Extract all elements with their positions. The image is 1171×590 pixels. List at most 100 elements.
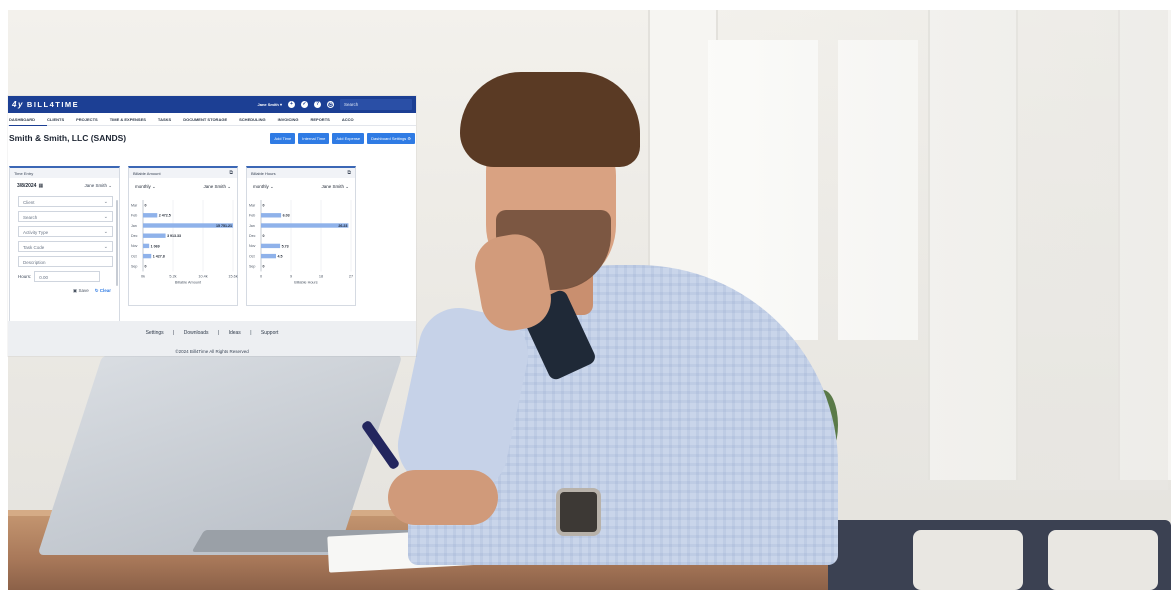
widget-title: Time Entry [14, 171, 34, 176]
y-tick-label: Sep [249, 265, 255, 269]
nav-tasks[interactable]: TASKS [158, 113, 183, 126]
period-value: monthly [135, 184, 151, 189]
nav-dashboard[interactable]: DASHBOARD [9, 113, 47, 126]
footer-separator: | [250, 330, 252, 336]
activity-type-label: Activity Type [23, 230, 49, 235]
user-menu[interactable]: Jane Smith ▾ [258, 102, 282, 107]
nav-invoicing[interactable]: INVOICING [278, 113, 311, 126]
clear-button[interactable]: ↻ Clear [95, 288, 111, 294]
chevron-down-icon: ⌄ [103, 199, 108, 205]
data-label: 5.73 [282, 244, 289, 248]
task-code-label: Task Code [23, 245, 45, 250]
footer-link-settings[interactable]: Settings [146, 330, 164, 336]
user-select-value: Jane Smith [84, 183, 107, 188]
y-tick-label: Dec [131, 234, 138, 238]
billable-hours-widget: Billable Hours ⧉ monthly ⌄ Jane Smith ⌄ … [246, 166, 356, 306]
user-select[interactable]: Jane Smith ⌄ [84, 183, 112, 189]
top-bar: 4y BILL4TIME Jane Smith ▾ + ✓ ? ◷ Search [8, 96, 416, 113]
user-select-value: Jane Smith [203, 184, 226, 189]
user-select[interactable]: Jane Smith ⌄ [321, 184, 349, 190]
hours-label: Hours: [18, 274, 32, 279]
footer-separator: | [173, 330, 175, 336]
nav-clients[interactable]: CLIENTS [47, 113, 76, 126]
expand-icon[interactable]: ⧉ [347, 171, 351, 176]
bar [143, 253, 152, 259]
page-header: Smith & Smith, LLC (SANDS) Add Time Inte… [8, 126, 416, 150]
nav-projects[interactable]: PROJECTS [76, 113, 110, 126]
clock-icon[interactable]: ◷ [327, 101, 334, 108]
activity-type-select[interactable]: Activity Type ⌄ [18, 226, 113, 237]
data-label: 4.5 [278, 255, 283, 259]
chevron-down-icon: ⌄ [103, 244, 108, 250]
period-select[interactable]: monthly ⌄ [135, 184, 156, 190]
nav-accounts[interactable]: ACCO [342, 113, 366, 126]
add-time-button[interactable]: Add Time [270, 132, 296, 144]
wristwatch [556, 488, 601, 536]
search-input[interactable]: Search [340, 99, 412, 110]
expand-icon[interactable]: ⧉ [229, 171, 233, 176]
bar [261, 253, 276, 259]
dashboard-settings-button[interactable]: Dashboard Settings ⚙ [367, 132, 415, 144]
hours-input[interactable]: 0.00 [34, 271, 101, 282]
save-button[interactable]: ▣ Save [73, 288, 89, 294]
widget-title: Billable Amount [133, 171, 161, 176]
bar [261, 243, 281, 249]
y-tick-label: Sep [131, 265, 137, 269]
bar [143, 243, 150, 249]
data-label: 1 427.8 [153, 255, 165, 259]
data-label: 0 [263, 265, 265, 269]
y-tick-label: Nov [249, 244, 256, 248]
app-logo[interactable]: 4y BILL4TIME [12, 100, 79, 109]
data-label: 3 913.33 [167, 234, 181, 238]
internal-time-button[interactable]: Internal Time [298, 132, 330, 144]
data-label: 2 472.5 [159, 214, 171, 218]
x-tick-label: 0k [141, 274, 145, 278]
nav-scheduling[interactable]: SCHEDULING [239, 113, 277, 126]
billable-amount-chart: 0k 5.2k 10.4k 15.6k Mar 0 Feb 2 472.5 Jan 15 751.… [131, 200, 238, 284]
logo-mark-icon: 4y [12, 100, 24, 109]
pillow [1048, 530, 1158, 590]
y-tick-label: Nov [131, 244, 138, 248]
save-label: Save [78, 288, 89, 293]
time-entry-widget: Time Entry 3/8/2024 ▦ Jane Smith ⌄ Clien… [9, 166, 120, 322]
x-tick-label: 0 [260, 274, 262, 278]
client-select[interactable]: Client ⌄ [18, 196, 113, 207]
widget-header: Billable Hours ⧉ [247, 168, 355, 178]
search-select[interactable]: Search ⌄ [18, 211, 113, 222]
user-select[interactable]: Jane Smith ⌄ [203, 184, 231, 190]
billable-amount-widget: Billable Amount ⧉ monthly ⌄ Jane Smith ⌄… [128, 166, 238, 306]
x-tick-label: 9 [290, 274, 292, 278]
description-input[interactable]: Description [18, 256, 113, 267]
pillow [913, 530, 1023, 590]
logo-text: BILL4TIME [26, 100, 80, 109]
data-label: 0 [145, 265, 147, 269]
nav-time-expenses[interactable]: TIME & EXPENSES [110, 113, 158, 126]
footer-link-downloads[interactable]: Downloads [184, 330, 209, 336]
x-tick-label: 10.4k [198, 274, 207, 278]
footer-link-support[interactable]: Support [261, 330, 279, 336]
calendar-icon[interactable]: ▦ [38, 183, 43, 189]
data-label: 0 [263, 234, 265, 238]
y-tick-label: Mar [131, 203, 138, 207]
help-icon[interactable]: ? [314, 101, 321, 108]
nav-reports[interactable]: REPORTS [310, 113, 341, 126]
y-tick-label: Dec [249, 234, 256, 238]
check-icon[interactable]: ✓ [301, 101, 308, 108]
data-label: 26.23 [338, 224, 347, 228]
chevron-down-icon: ⌄ [103, 229, 108, 235]
y-tick-label: Feb [131, 214, 137, 218]
app-window: 4y BILL4TIME Jane Smith ▾ + ✓ ? ◷ Search… [8, 96, 416, 356]
scrollbar[interactable] [116, 200, 118, 286]
nav-document-storage[interactable]: DOCUMENT STORAGE [183, 113, 239, 126]
widget-header: Billable Amount ⧉ [129, 168, 237, 178]
add-expense-button[interactable]: Add Expense [332, 132, 365, 144]
date-picker[interactable]: 3/8/2024 [17, 183, 36, 189]
footer-link-ideas[interactable]: Ideas [229, 330, 241, 336]
add-icon[interactable]: + [288, 101, 295, 108]
bar [143, 213, 158, 218]
period-select[interactable]: monthly ⌄ [253, 184, 274, 190]
page-title: Smith & Smith, LLC (SANDS) [9, 133, 127, 143]
widget-title: Billable Hours [251, 171, 276, 176]
y-tick-label: Jan [131, 224, 137, 228]
task-code-select[interactable]: Task Code ⌄ [18, 241, 113, 252]
